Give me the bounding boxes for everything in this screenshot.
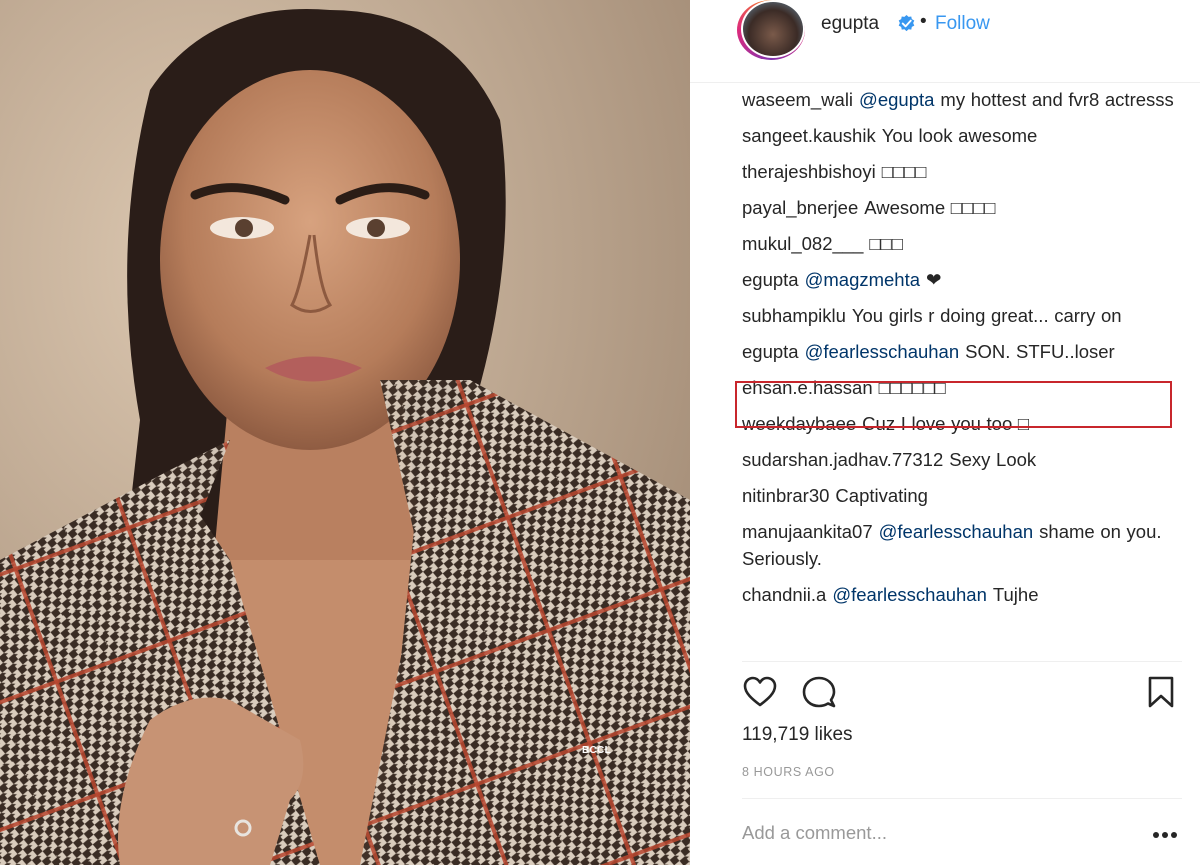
highlighted-comment: egupta @fearlesschauhan SON. STFU..loser [742,338,1182,365]
comment-text: my hottest and fvr8 actresss [940,89,1174,110]
comment-username[interactable]: egupta [742,341,799,362]
post-header: egupta • Follow [690,0,1200,83]
comment-item: nitinbrar30 Captivating [742,482,1182,509]
comment-item: manujaankita07 @fearlesschauhan shame on y… [742,518,1182,572]
post-panel: egupta • Follow waseem_wali @egupta my hot… [690,0,1200,865]
verified-badge-icon [898,14,915,32]
comment-username[interactable]: sangeet.kaushik [742,125,876,146]
comment-item: chandnii.a @fearlesschauhan Tujhe [742,581,1182,608]
comment-mention[interactable]: @fearlesschauhan [832,584,987,605]
comment-text: Tujhe [992,584,1039,605]
add-comment-divider [742,798,1182,799]
comment-item: egupta @magzmehta ❤ [742,266,1182,293]
comment-item: mukul_082___ □□□ [742,230,1182,257]
comment-item: waseem_wali @egupta my hottest and fvr8 ac… [742,86,1182,113]
comment-text: SON. STFU..loser [965,341,1115,362]
portrait-illustration [0,0,690,865]
comment-list: waseem_wali @egupta my hottest and fvr8 ac… [742,86,1182,661]
comment-item: subhampiklu You girls r doing great... ca… [742,302,1182,329]
comment-username[interactable]: sudarshan.jadhav.77312 [742,449,943,470]
comment-mention[interactable]: @magzmehta [805,269,920,290]
post-timestamp: 8 HOURS AGO [742,765,835,779]
post-photo: BCCL [0,0,690,865]
header-separator: • [920,11,927,32]
comment-username[interactable]: mukul_082___ [742,233,863,254]
action-bar [742,672,1182,716]
avatar[interactable] [741,0,805,58]
comment-item: sudarshan.jadhav.77312 Sexy Look [742,446,1182,473]
comment-text: □□□□ [881,161,927,182]
more-options-icon[interactable] [1152,825,1178,845]
bookmark-icon[interactable] [1145,675,1177,709]
comment-text: □□□ [869,233,903,254]
comments-divider [742,661,1182,662]
comment-mention[interactable]: @fearlesschauhan [879,521,1034,542]
comment-text: ❤ [926,269,942,290]
comment-text: You look awesome [881,125,1038,146]
follow-button[interactable]: Follow [935,13,990,35]
comment-username[interactable]: nitinbrar30 [742,485,829,506]
highlighted-comment-box [735,381,1172,428]
comment-text: You girls r doing great... carry on [851,305,1122,326]
comment-username[interactable]: therajeshbishoyi [742,161,876,182]
comment-mention[interactable]: @fearlesschauhan [805,341,960,362]
comment-item: therajeshbishoyi □□□□ [742,158,1182,185]
comment-username[interactable]: manujaankita07 [742,521,873,542]
comment-mention[interactable]: @egupta [859,89,934,110]
like-heart-icon[interactable] [742,674,778,710]
comment-text: Awesome □□□□ [864,197,996,218]
comment-item: payal_bnerjee Awesome □□□□ [742,194,1182,221]
comment-username[interactable]: subhampiklu [742,305,846,326]
add-comment-input[interactable]: Add a comment... [742,822,887,844]
post-author-username[interactable]: egupta [821,13,879,35]
comment-text: Captivating [835,485,928,506]
comment-item: sangeet.kaushik You look awesome [742,122,1182,149]
comment-username[interactable]: egupta [742,269,799,290]
comment-text: Sexy Look [949,449,1037,470]
comment-username[interactable]: waseem_wali [742,89,853,110]
watermark: BCCL [582,745,611,756]
comment-username[interactable]: payal_bnerjee [742,197,858,218]
comment-bubble-icon[interactable] [801,674,837,710]
comment-username[interactable]: chandnii.a [742,584,826,605]
likes-count[interactable]: 119,719 likes [742,724,853,746]
